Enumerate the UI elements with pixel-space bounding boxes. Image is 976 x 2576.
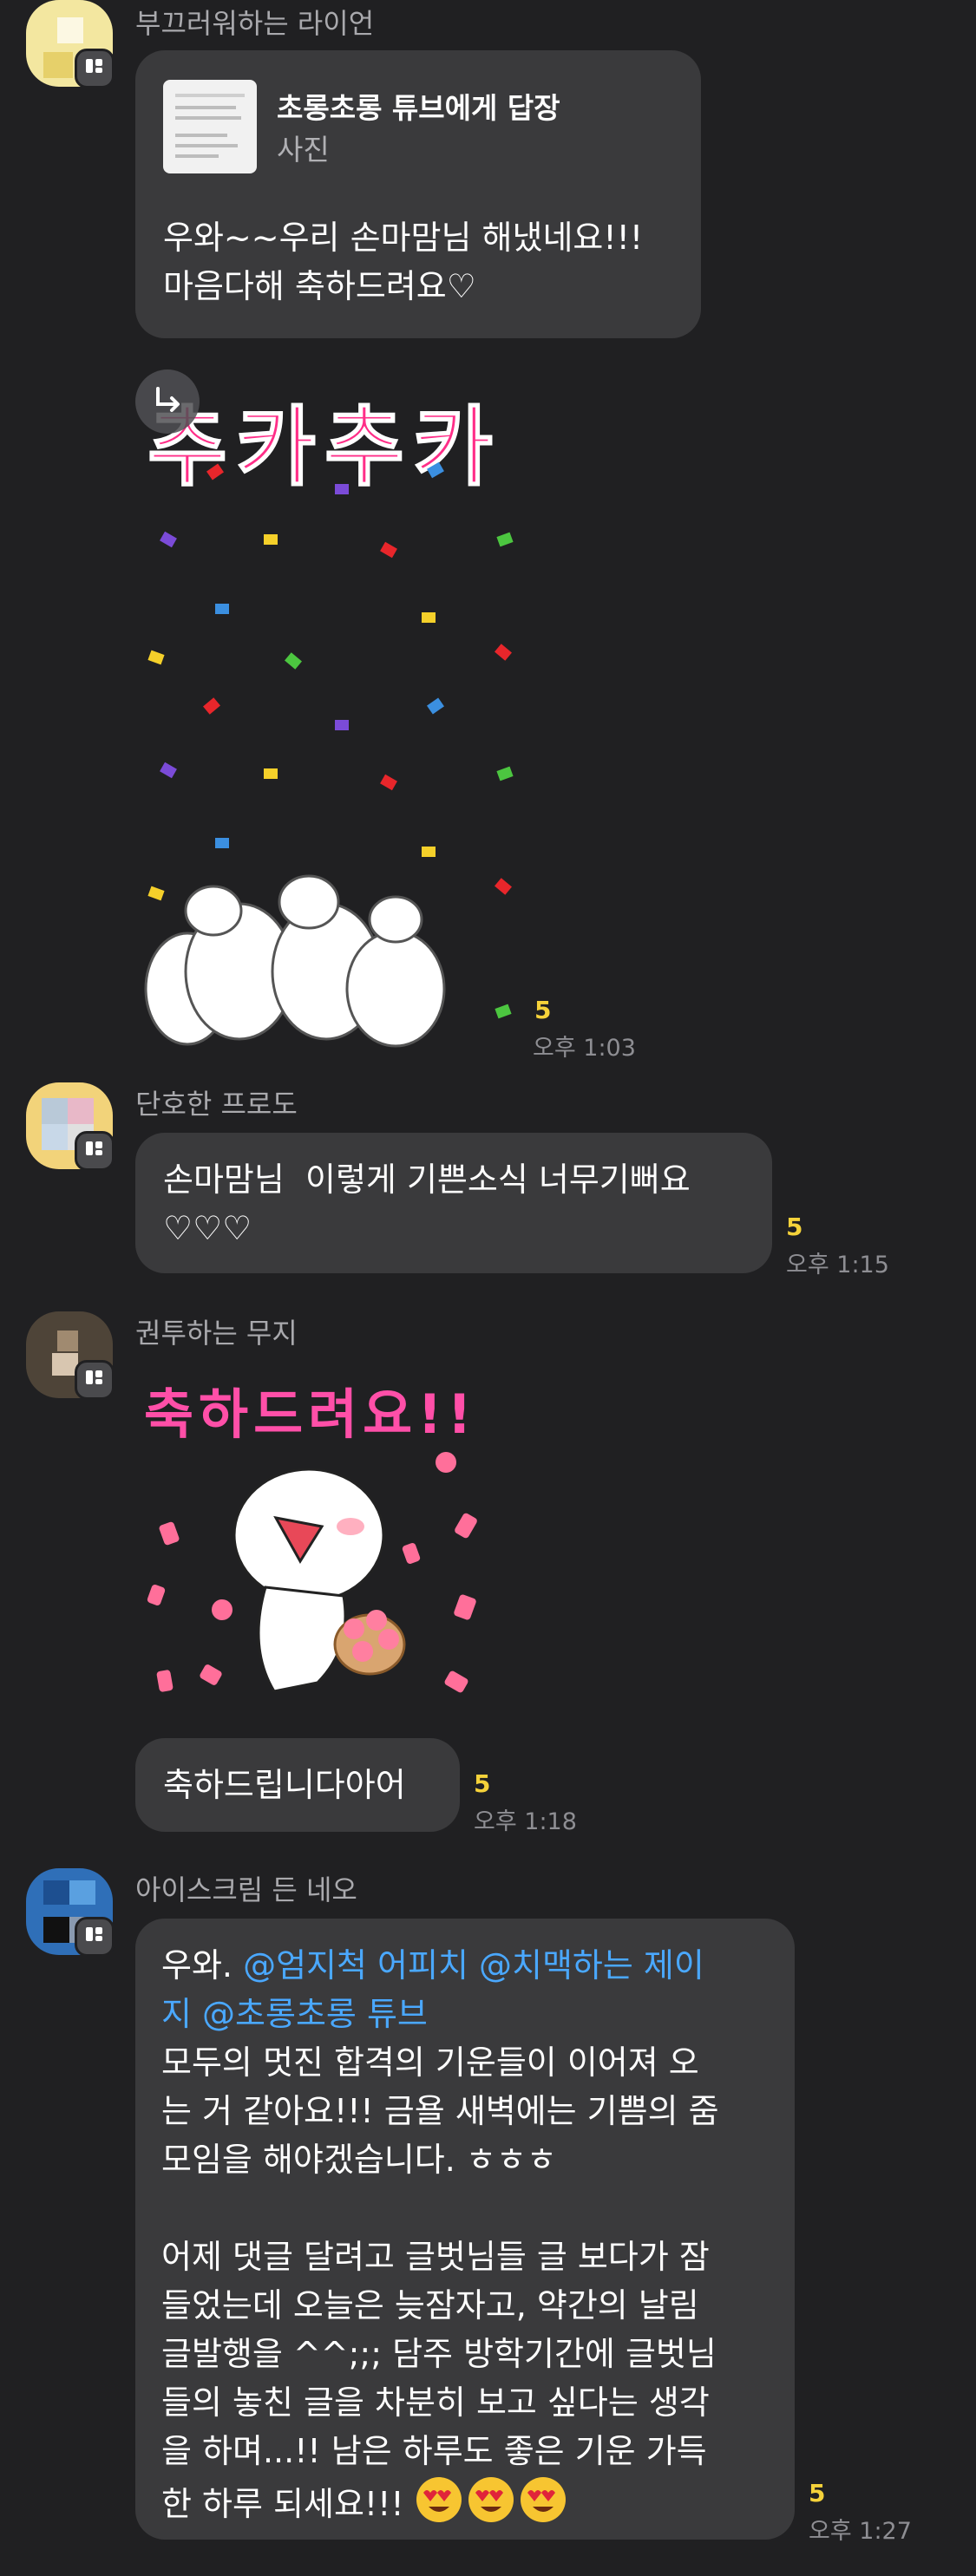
badge-icon xyxy=(75,1360,115,1400)
sticker-congrats[interactable]: 축하드려요!! xyxy=(135,1353,508,1717)
timestamp: 오후 1:18 xyxy=(474,1808,577,1835)
message-text: 우와. @엄지척 어피치 @치맥하는 제이 지 @초롱초롱 튜브 모두의 멋진 … xyxy=(161,1941,786,2528)
sender-name: 권투하는 무지 xyxy=(135,1317,298,1350)
heart-eyes-emoji-icon xyxy=(520,2477,566,2522)
message-text: 손마맘님 이렇게 기쁜소식 너무기뻐요 ♡♡♡ xyxy=(163,1161,691,1247)
message-bubble[interactable]: 축하드립니다아어 xyxy=(135,1738,460,1832)
message-body: 모두의 멋진 합격의 기운들이 이어져 오 는 거 같아요!!! 금욜 새벽에는… xyxy=(161,2043,719,2523)
reply-type: 사진 xyxy=(277,133,330,167)
reply-bubble[interactable]: 초롱초롱 튜브에게 답장 사진 우와~~우리 손마맘님 해냈네요!!! 마음다해… xyxy=(135,50,701,338)
muzi-sticker-art xyxy=(147,1452,477,1693)
reply-target: 초롱초롱 튜브에게 답장 xyxy=(277,91,560,125)
message-text: 축하드립니다아어 xyxy=(163,1766,406,1804)
sticker-chukachuka[interactable]: 추카추카 xyxy=(135,364,534,1058)
badge-icon xyxy=(75,1131,115,1171)
message-bubble[interactable]: 우와. @엄지척 어피치 @치맥하는 제이 지 @초롱초롱 튜브 모두의 멋진 … xyxy=(135,1919,795,2540)
timestamp: 오후 1:15 xyxy=(786,1252,889,1278)
timestamp: 오후 1:03 xyxy=(533,1035,636,1062)
message-text: 우와~~우리 손마맘님 해냈네요!!! 마음다해 축하드려요♡ xyxy=(163,219,644,305)
message-prefix: 우와. xyxy=(161,1946,244,1984)
timestamp: 오후 1:27 xyxy=(809,2518,912,2545)
message-bubble[interactable]: 손마맘님 이렇게 기쁜소식 너무기뻐요 ♡♡♡ xyxy=(135,1133,772,1273)
badge-icon xyxy=(75,1917,115,1957)
heart-eyes-emoji-icon xyxy=(468,2477,514,2522)
unread-count: 5 xyxy=(474,1769,491,1798)
badge-icon xyxy=(75,49,115,88)
unread-count: 5 xyxy=(786,1213,803,1241)
confetti xyxy=(144,461,514,1048)
sender-name: 단호한 프로도 xyxy=(135,1088,298,1121)
unread-count: 5 xyxy=(534,996,552,1024)
forward-icon[interactable] xyxy=(135,369,200,434)
heart-eyes-emoji-icon xyxy=(416,2477,462,2522)
sender-name: 부끄러워하는 라이언 xyxy=(135,7,375,40)
mention-links[interactable]: @엄지척 어피치 @치맥하는 제이 지 @초롱초롱 튜브 xyxy=(161,1946,704,2033)
reply-thumbnail[interactable] xyxy=(163,80,257,173)
sender-name: 아이스크림 든 네오 xyxy=(135,1873,357,1906)
unread-count: 5 xyxy=(809,2479,826,2507)
